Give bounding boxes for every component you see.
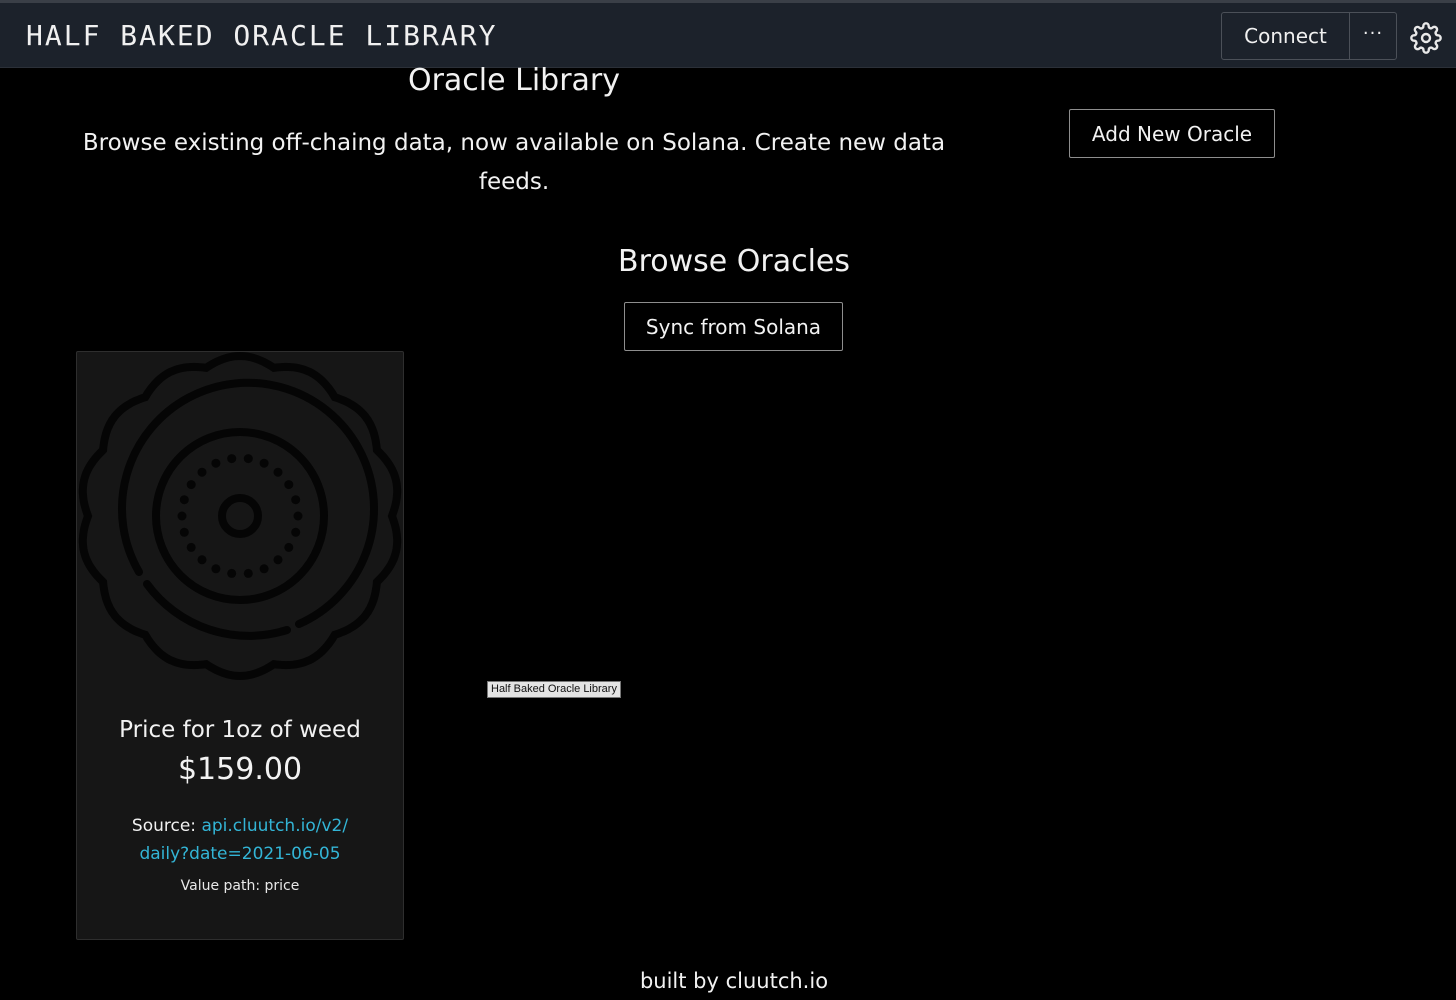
page-title: Oracle Library	[407, 63, 621, 98]
sync-from-solana-button[interactable]: Sync from Solana	[624, 302, 843, 351]
gear-dot	[186, 542, 196, 552]
gear-badge-icon	[78, 352, 402, 681]
gear-dot	[273, 467, 283, 477]
oracle-value: $159.00	[177, 752, 303, 787]
gear-dot	[259, 458, 269, 468]
more-options-button[interactable]: ···	[1350, 13, 1396, 59]
gear-dot	[227, 454, 237, 464]
oracle-source: Source: api.cluutch.io/v2/daily?date=202…	[127, 812, 353, 868]
gear-dot	[259, 564, 269, 574]
value-path: Value path: price	[180, 878, 300, 894]
footer: built by cluutch.io	[484, 969, 984, 993]
oracle-title: Price for 1oz of weed	[119, 717, 361, 743]
gear-dot	[243, 568, 253, 578]
connect-button[interactable]: Connect	[1222, 13, 1350, 59]
gear-dot	[211, 458, 221, 468]
add-new-oracle-button[interactable]: Add New Oracle	[1069, 109, 1275, 158]
source-label: Source:	[131, 816, 197, 836]
gear-dot	[197, 467, 207, 477]
gear-dot	[177, 511, 187, 521]
footer-prefix: built by	[639, 969, 726, 993]
browse-oracles-heading: Browse Oracles	[617, 244, 851, 279]
gear-dot	[227, 568, 237, 578]
top-bar: HALF BAKED ORACLE LIBRARY Connect ···	[0, 0, 1456, 68]
intro-text: Browse existing off-chaing data, now ava…	[82, 130, 946, 195]
gear-dot	[273, 555, 283, 565]
wallet-button-group: Connect ···	[1221, 12, 1397, 60]
footer-link[interactable]: cluutch.io	[726, 969, 828, 993]
app-title: HALF BAKED ORACLE LIBRARY	[26, 19, 498, 52]
gear-icon[interactable]	[1410, 22, 1442, 54]
gear-dot	[179, 527, 189, 537]
gear-dot	[186, 480, 196, 490]
gear-dot	[197, 555, 207, 565]
gear-dot	[284, 480, 294, 490]
gear-dot	[179, 495, 189, 505]
gear-dot	[243, 454, 253, 464]
gear-dot	[291, 495, 301, 505]
tooltip: Half Baked Oracle Library	[487, 681, 621, 698]
oracle-card[interactable]: Price for 1oz of weed $159.00 Source: ap…	[76, 351, 404, 940]
gear-dot	[291, 527, 301, 537]
gear-dot	[211, 564, 221, 574]
gear-dot	[284, 542, 294, 552]
gear-dot	[293, 511, 303, 521]
